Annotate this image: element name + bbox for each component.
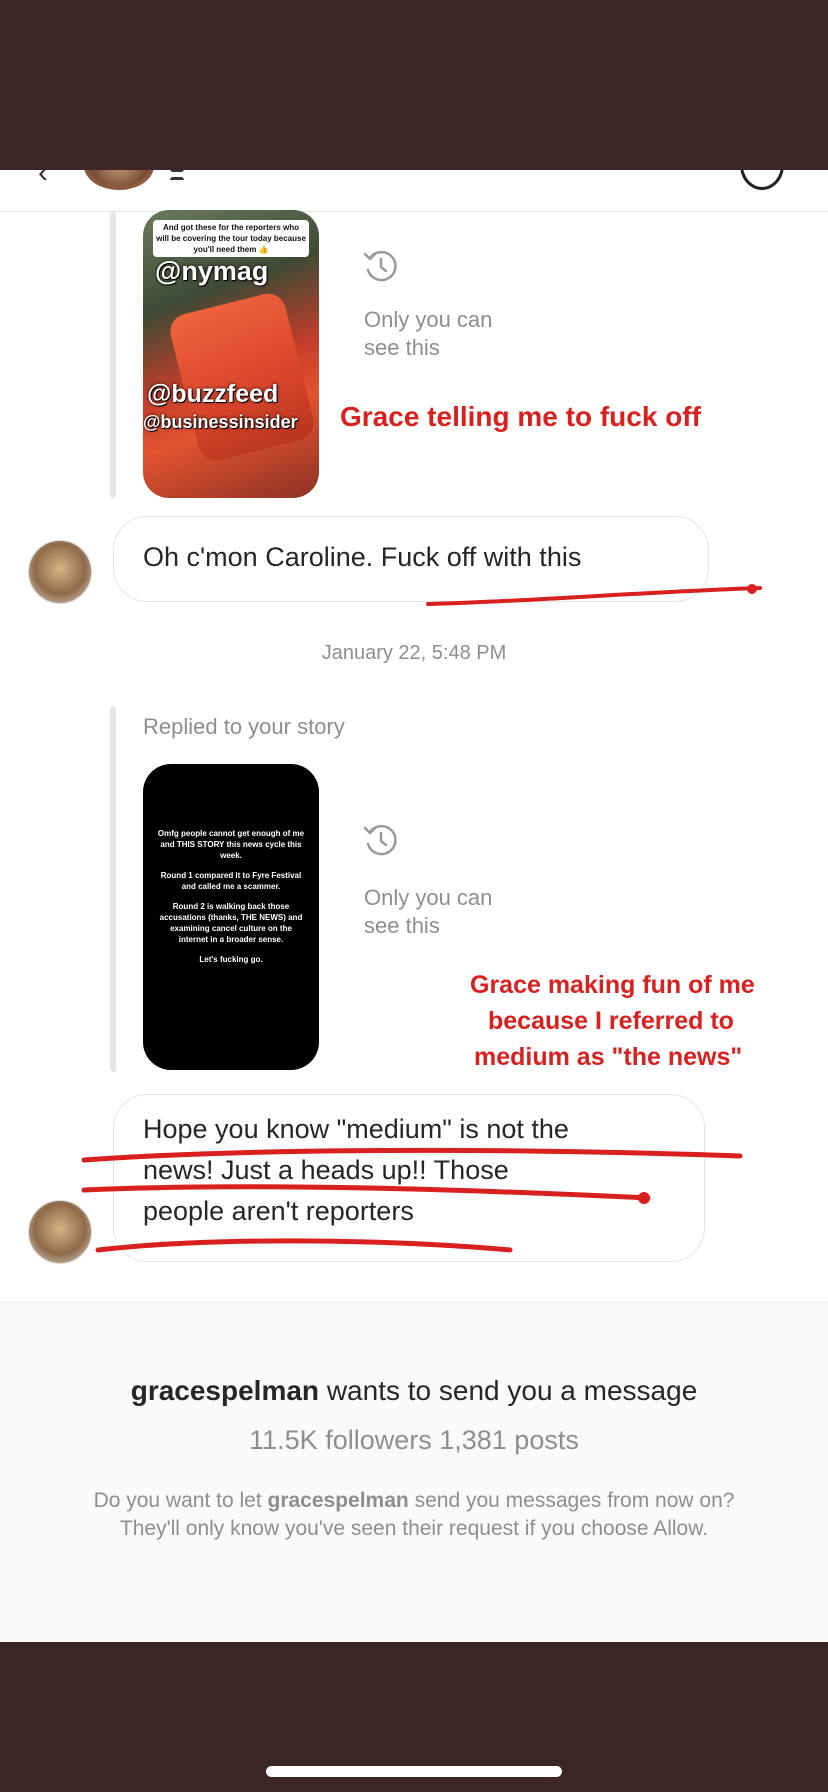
reply-bar: [110, 212, 116, 498]
sender-avatar[interactable]: [28, 1200, 92, 1264]
message-bubble[interactable]: Oh c'mon Caroline. Fuck off with this: [113, 516, 709, 602]
chevron-left-icon[interactable]: ‹: [38, 170, 48, 190]
reply-bar: [110, 706, 116, 1072]
request-title: gracespelman wants to send you a message: [130, 1375, 698, 1406]
story-thumbnail[interactable]: Omfg people cannot get enough of me and …: [143, 764, 319, 1070]
request-body: Do you want to let gracespelman send you…: [93, 1489, 735, 1540]
top-frame: [0, 0, 828, 170]
product-bag-image: [166, 289, 318, 465]
annotation-2-line-2: because I referred to: [488, 1007, 734, 1035]
annotation-2-line-1: Grace making fun of me: [470, 971, 755, 999]
info-icon[interactable]: [740, 170, 784, 190]
message-bubble[interactable]: Hope you know "medium" is not the news! …: [113, 1094, 705, 1262]
annotation-2-line-3: medium as "the news": [474, 1043, 743, 1071]
history-icon: [363, 824, 397, 856]
story-thumbnail[interactable]: And got these for the reporters who will…: [143, 210, 319, 498]
sender-avatar[interactable]: [28, 540, 92, 604]
story-status-text: Only you can see this: [364, 885, 493, 938]
timestamp: January 22, 5:48 PM: [321, 642, 507, 664]
history-icon: [363, 250, 397, 282]
request-username[interactable]: gracespelman: [131, 1375, 319, 1406]
dm-thread-screen: ‹ And got these for the reporters who wi…: [0, 170, 828, 1642]
annotation-1: Grace telling me to fuck off: [340, 401, 701, 432]
story-text: Omfg people cannot get enough of me and …: [157, 829, 305, 964]
story-status-text: Only you can see this: [364, 307, 493, 360]
story-tag-buzzfeed: @buzzfeed: [147, 380, 279, 408]
story-caption: And got these for the reporters who will…: [153, 220, 309, 257]
story-tag-nymag: @nymag: [155, 256, 269, 286]
thread-header: ‹: [0, 170, 828, 212]
replied-to-story-label: Replied to your story: [143, 714, 345, 739]
request-stats: 11.5K followers 1,381 posts: [249, 1425, 579, 1455]
header-avatar[interactable]: [84, 170, 154, 190]
header-title-fragment[interactable]: [170, 170, 330, 180]
message-text-line: Hope you know "medium" is not the: [143, 1114, 569, 1144]
message-text-line: news! Just a heads up!! Those: [143, 1155, 509, 1185]
message-text: Oh c'mon Caroline. Fuck off with this: [143, 542, 582, 572]
home-indicator[interactable]: [266, 1766, 562, 1777]
message-request-panel: gracespelman wants to send you a message…: [0, 1302, 828, 1642]
message-text-line: people aren't reporters: [143, 1196, 414, 1226]
story-tag-businessinsider: @businessinsider: [143, 412, 298, 432]
